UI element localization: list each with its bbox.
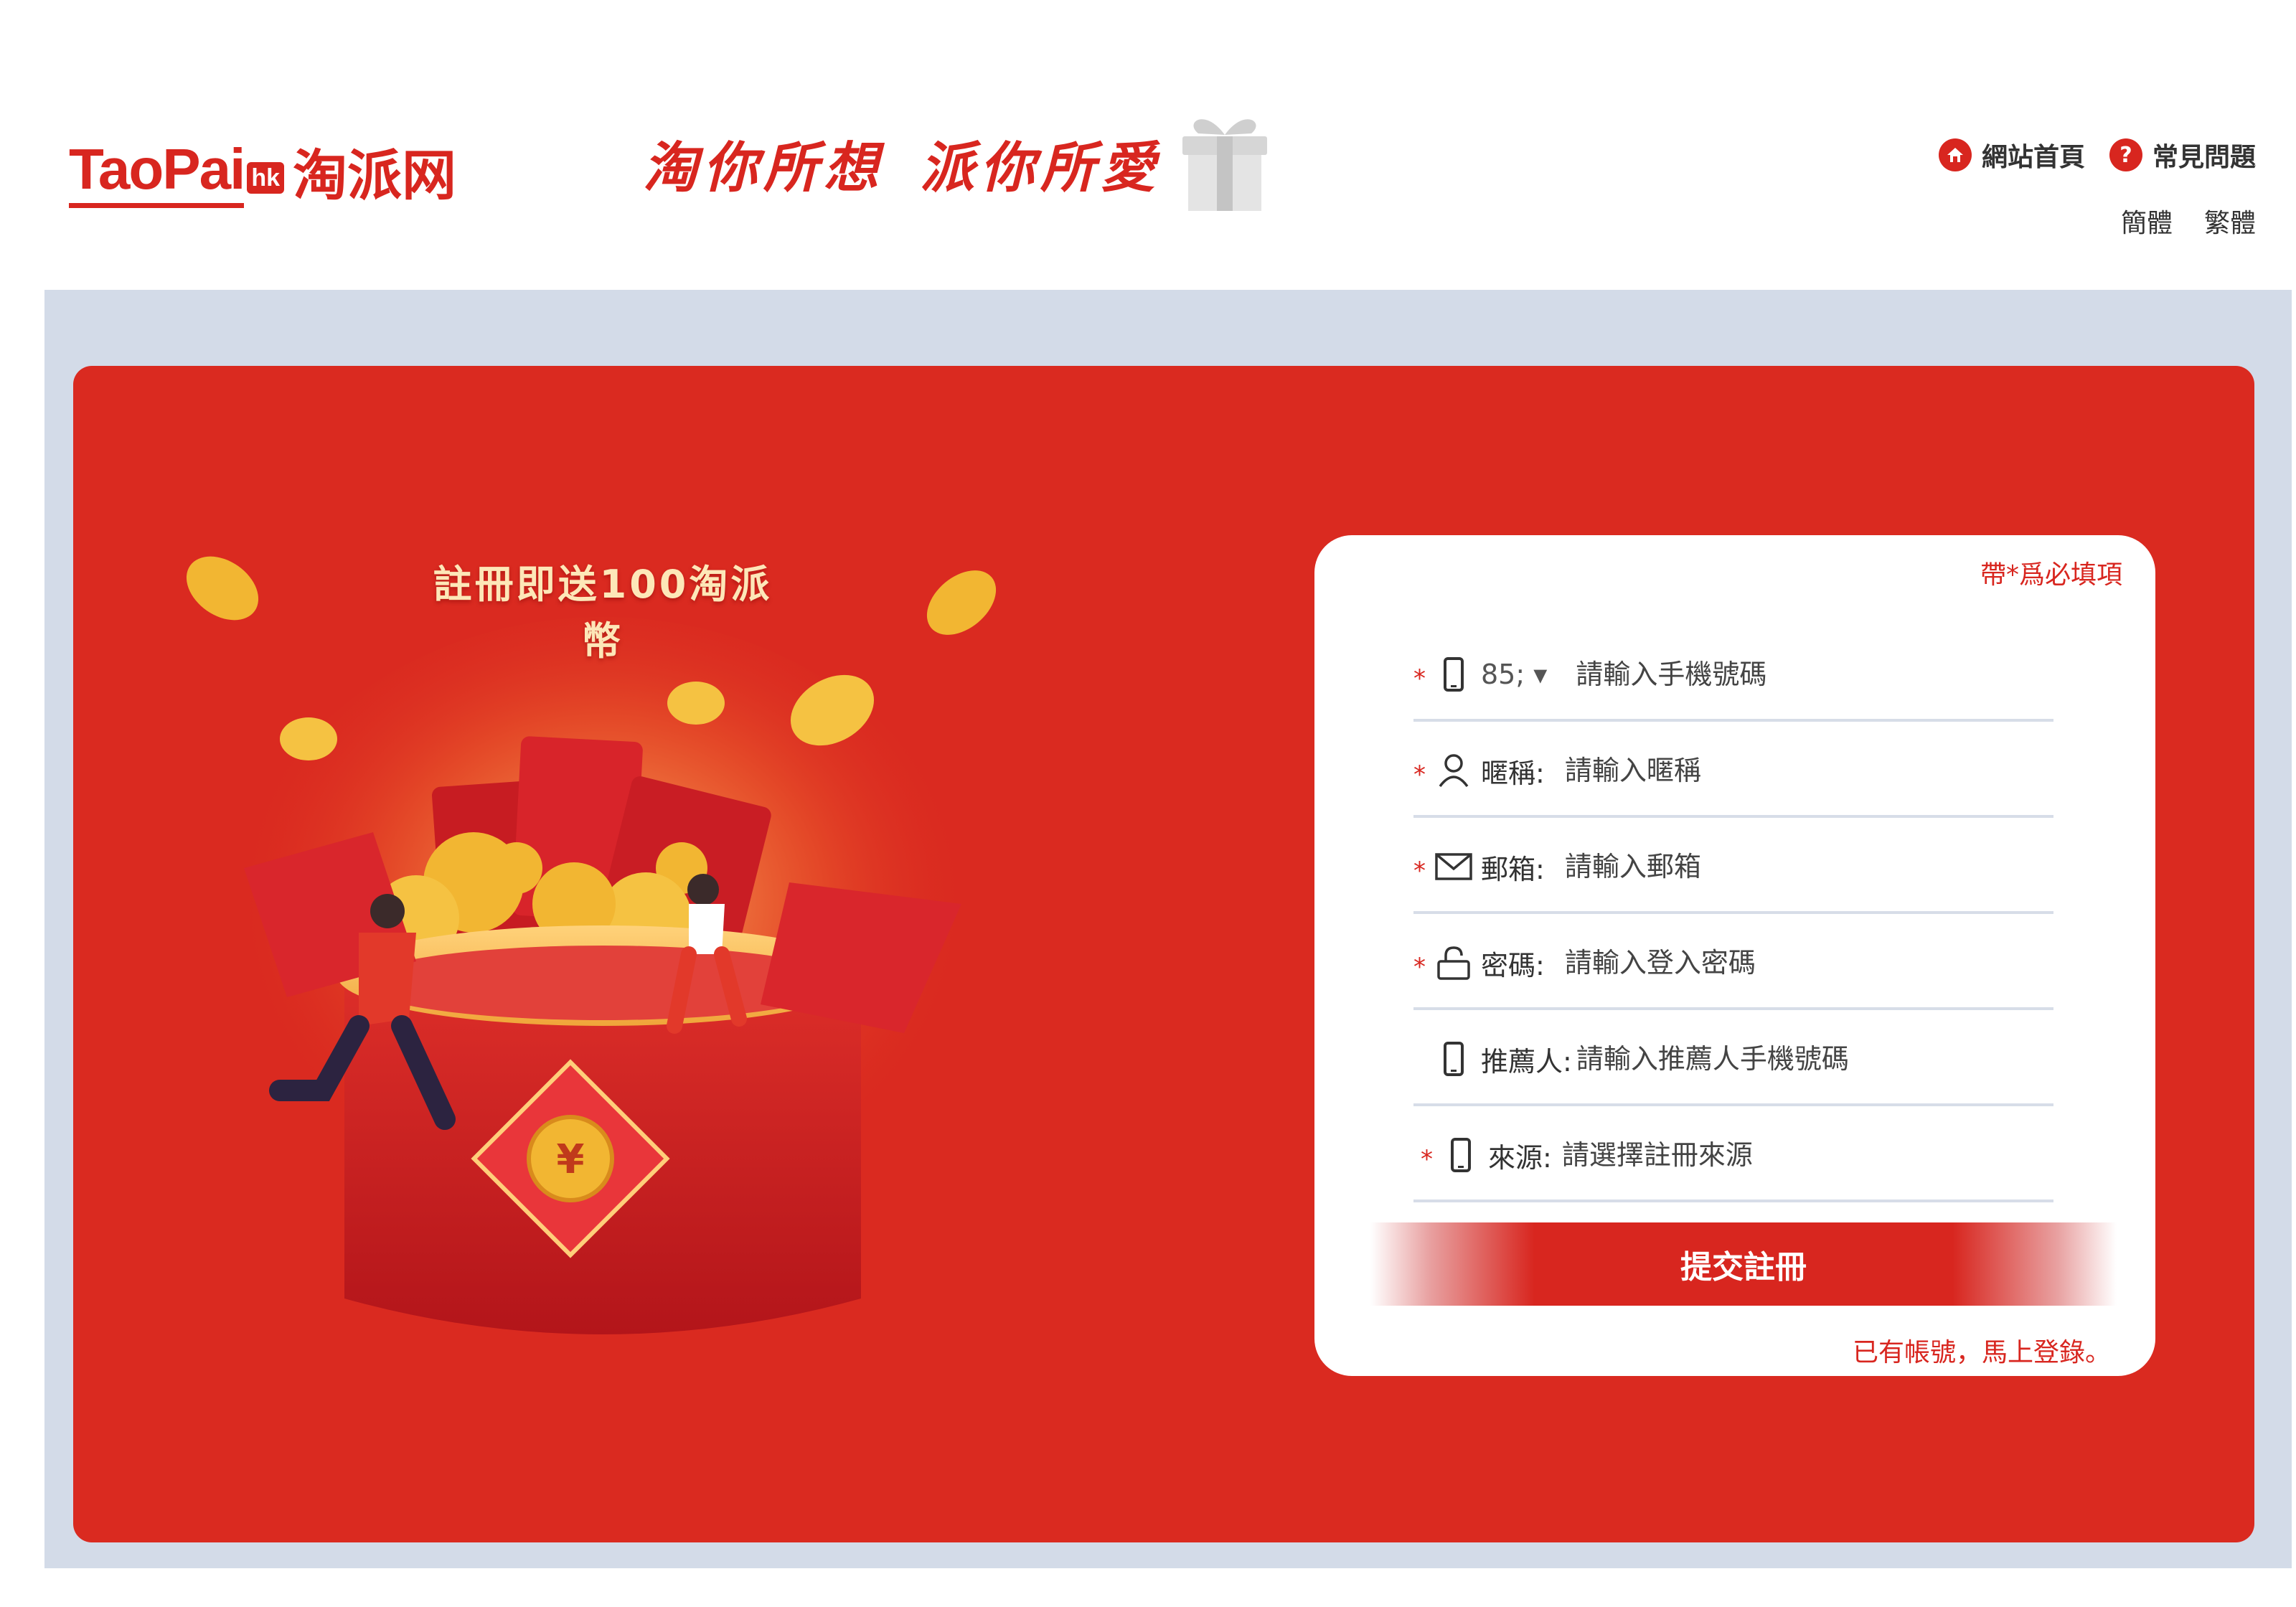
country-code-select[interactable]: 85; ▾ <box>1481 659 1547 690</box>
nav-faq-label: 常見問題 <box>2152 143 2256 172</box>
submit-register-button[interactable]: 提交註冊 <box>1370 1222 2117 1306</box>
source-label: 來源: <box>1488 1141 1552 1174</box>
nickname-input[interactable] <box>1564 755 2053 786</box>
mobile-phone-icon <box>1442 1135 1479 1175</box>
svg-text:¥: ¥ <box>557 1136 585 1183</box>
gift-box-icon <box>1182 119 1267 211</box>
lock-icon <box>1435 943 1472 983</box>
lang-simplified[interactable]: 簡體 <box>2121 202 2173 240</box>
mobile-phone-icon <box>1435 1039 1472 1079</box>
email-input[interactable] <box>1564 851 2053 882</box>
envelope-icon <box>1435 847 1472 887</box>
site-header: TaoPai hk 淘派网 淘你所想 派你所愛 網站首頁 ? 常見問題 簡體 繁體 <box>0 0 2296 290</box>
required-note: 帶*爲必填項 <box>1980 560 2122 590</box>
source-select[interactable] <box>1561 1139 2053 1171</box>
login-link[interactable]: 已有帳號，馬上登錄。 <box>1853 1332 2111 1369</box>
required-star: * <box>1413 760 1426 789</box>
phone-field: * 85; ▾ <box>1413 630 2053 722</box>
password-label: 密碼: <box>1481 949 1545 981</box>
logo-chinese-text: 淘派网 <box>293 143 457 207</box>
nav-home-label: 網站首頁 <box>1981 143 2085 172</box>
referrer-label: 推薦人: <box>1481 1045 1572 1078</box>
top-nav: 網站首頁 ? 常見問題 <box>1938 136 2256 174</box>
phone-input[interactable] <box>1576 659 2053 690</box>
home-icon <box>1938 138 1972 171</box>
email-field: * 郵箱: <box>1413 822 2053 914</box>
email-label: 郵箱: <box>1481 853 1545 885</box>
lang-traditional[interactable]: 繁體 <box>2204 202 2256 240</box>
nav-faq-link[interactable]: ? 常見問題 <box>2109 136 2256 174</box>
slogan-part2: 派你所愛 <box>920 136 1161 199</box>
required-star: * <box>1413 857 1426 885</box>
nav-home-link[interactable]: 網站首頁 <box>1938 136 2085 174</box>
referrer-input[interactable] <box>1576 1043 2053 1075</box>
logo-latin-text: TaoPai <box>69 137 245 208</box>
nickname-label: 暱稱: <box>1481 757 1545 789</box>
promo-title: 註冊即送100淘派幣 <box>433 562 773 664</box>
password-input[interactable] <box>1564 947 2053 979</box>
slogan-part1: 淘你所想 <box>643 136 884 199</box>
required-star: * <box>1413 953 1426 981</box>
source-field: * 來源: <box>1413 1111 2053 1202</box>
register-form: 帶*爲必填項 * 85; ▾ * 暱稱: * 郵箱: * 密碼: <box>1314 535 2155 1376</box>
mobile-phone-icon <box>1435 654 1472 694</box>
nickname-field: * 暱稱: <box>1413 726 2053 818</box>
question-icon: ? <box>2109 138 2142 171</box>
password-field: * 密碼: <box>1413 918 2053 1010</box>
user-icon <box>1435 750 1472 791</box>
referrer-field: 推薦人: <box>1413 1014 2053 1106</box>
language-switcher: 簡體 繁體 <box>2121 202 2256 240</box>
required-star: * <box>1413 664 1426 693</box>
required-star: * <box>1421 1145 1433 1174</box>
site-logo[interactable]: TaoPai hk 淘派网 <box>69 129 456 208</box>
logo-hk-badge: hk <box>247 162 285 194</box>
site-slogan: 淘你所想 派你所愛 <box>643 132 1161 204</box>
